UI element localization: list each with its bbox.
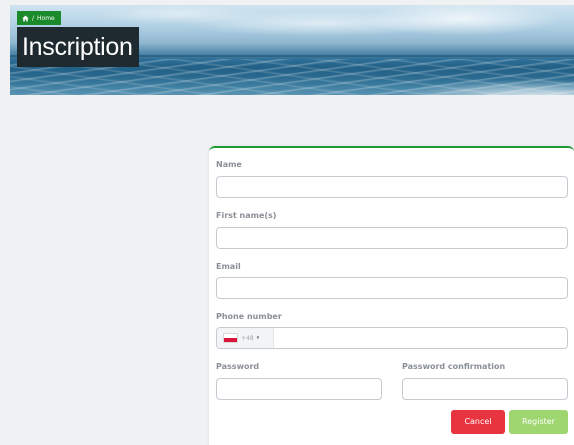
name-label: Name <box>216 160 242 169</box>
password-confirmation-input[interactable] <box>402 378 568 400</box>
registration-form: Name First name(s) Email Phone number +4… <box>209 146 574 445</box>
password-confirmation-label: Password confirmation <box>402 362 506 371</box>
phone-number-input[interactable] <box>269 328 567 348</box>
page-title: Inscription <box>17 27 139 67</box>
banner-foam <box>374 73 574 95</box>
first-names-label: First name(s) <box>216 211 277 220</box>
breadcrumb: / Home <box>17 11 61 25</box>
country-code-selector[interactable]: +48 ▾ <box>217 328 274 348</box>
dial-code: +48 <box>241 334 254 342</box>
email-label: Email <box>216 262 241 271</box>
name-input[interactable] <box>216 176 568 198</box>
email-input[interactable] <box>216 277 568 299</box>
poland-flag-icon <box>223 333 238 343</box>
register-button[interactable]: Register <box>509 410 568 434</box>
breadcrumb-separator: / <box>32 14 35 22</box>
first-names-input[interactable] <box>216 227 568 249</box>
home-icon[interactable] <box>22 15 29 22</box>
password-label: Password <box>216 362 260 371</box>
password-input[interactable] <box>216 378 382 400</box>
phone-label: Phone number <box>216 312 282 321</box>
cancel-button[interactable]: Cancel <box>451 410 505 434</box>
phone-input-group: +48 ▾ <box>216 327 568 349</box>
breadcrumb-home-link[interactable]: Home <box>37 15 55 22</box>
caret-down-icon: ▾ <box>256 335 260 341</box>
